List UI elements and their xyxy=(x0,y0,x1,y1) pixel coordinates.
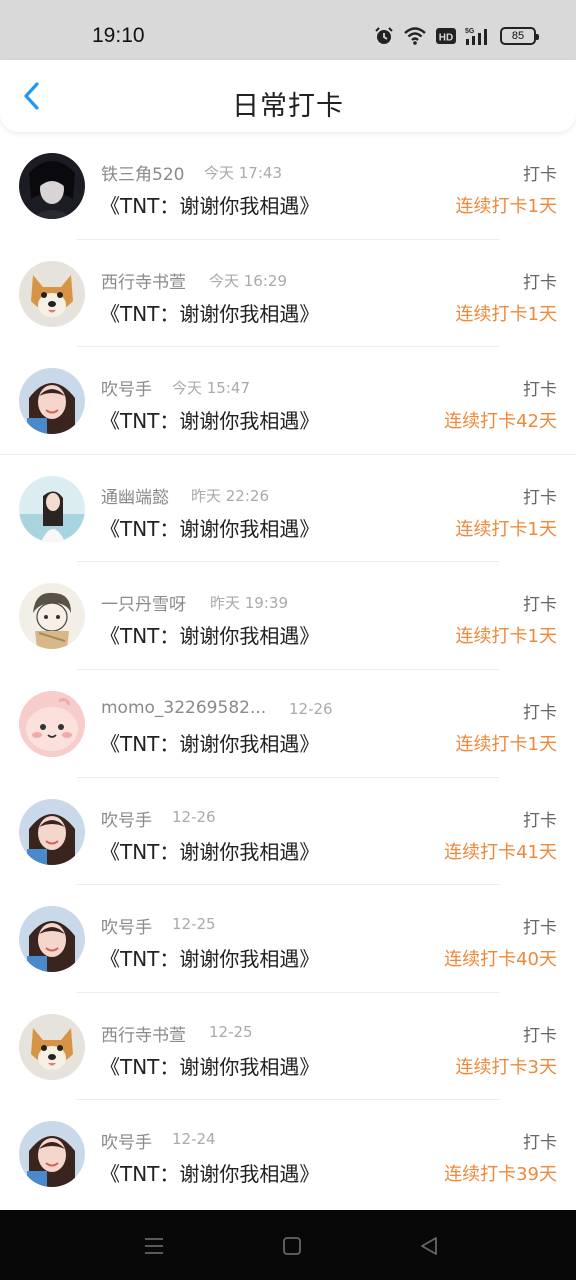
book-title: 《TNT：谢谢你我相遇》 xyxy=(100,624,320,649)
back-triangle-icon xyxy=(421,1237,437,1255)
checkin-label: 打卡 xyxy=(523,918,557,939)
alarm-icon xyxy=(375,27,393,44)
menu-icon xyxy=(145,1238,163,1254)
avatar[interactable] xyxy=(19,906,85,973)
user-name: 通幽端懿 xyxy=(101,487,169,508)
home-square-icon xyxy=(283,1237,301,1255)
streak-text: 连续打卡1天 xyxy=(455,733,557,755)
avatar[interactable] xyxy=(19,798,85,865)
checkin-label: 打卡 xyxy=(523,595,557,616)
user-name: 铁三角520 xyxy=(101,165,185,185)
book-title: 《TNT：谢谢你我相遇》 xyxy=(100,1162,320,1187)
post-time: 12-24 xyxy=(172,1130,216,1149)
back-nav-button[interactable] xyxy=(416,1233,442,1259)
status-bar: 19:10 HD 5G 85 xyxy=(0,0,576,60)
streak-text: 连续打卡1天 xyxy=(455,196,557,217)
avatar[interactable] xyxy=(19,368,85,435)
streak-text: 连续打卡1天 xyxy=(455,518,557,540)
book-title: 《TNT：谢谢你我相遇》 xyxy=(100,1054,320,1079)
avatar[interactable] xyxy=(19,690,85,757)
status-time: 19:10 xyxy=(92,24,145,47)
checkin-label: 打卡 xyxy=(523,380,557,401)
post-time: 12-25 xyxy=(209,1022,253,1041)
user-name: 西行寺书萱 xyxy=(101,272,186,293)
streak-text: 连续打卡41天 xyxy=(444,841,557,863)
streak-text: 连续打卡40天 xyxy=(444,949,557,971)
checkin-label: 打卡 xyxy=(523,165,557,185)
checkin-label: 打卡 xyxy=(523,702,557,723)
streak-text: 连续打卡39天 xyxy=(444,1164,557,1186)
book-title: 《TNT：谢谢你我相遇》 xyxy=(100,516,320,541)
list-item[interactable]: 西行寺书萱 今天 16:29 《TNT：谢谢你我相遇》 打卡 连续打卡1天 xyxy=(0,240,576,348)
wifi-icon xyxy=(404,27,426,45)
avatar[interactable] xyxy=(19,475,85,542)
book-title: 《TNT：谢谢你我相遇》 xyxy=(100,731,320,756)
streak-text: 连续打卡42天 xyxy=(444,411,557,433)
user-name: 吹号手 xyxy=(101,918,152,939)
user-name: 吹号手 xyxy=(101,380,152,401)
checkin-list: 铁三角520 今天 17:43 《TNT：谢谢你我相遇》 打卡 连续打卡1天 西… xyxy=(0,132,576,1208)
list-item[interactable]: momo_32269582... 12-26 《TNT：谢谢你我相遇》 打卡 连… xyxy=(0,670,576,778)
list-item[interactable]: 吹号手 12-24 《TNT：谢谢你我相遇》 打卡 连续打卡39天 xyxy=(0,1100,576,1208)
book-title: 《TNT：谢谢你我相遇》 xyxy=(100,194,320,218)
streak-text: 连续打卡1天 xyxy=(455,626,557,648)
checkin-label: 打卡 xyxy=(523,810,557,831)
checkin-label: 打卡 xyxy=(523,1025,557,1046)
post-time: 12-25 xyxy=(172,915,216,934)
user-name: momo_32269582... xyxy=(101,697,267,718)
system-nav-bar xyxy=(0,1210,576,1280)
user-name: 一只丹雪呀 xyxy=(101,595,186,616)
avatar[interactable] xyxy=(19,1013,85,1080)
menu-button[interactable] xyxy=(141,1233,167,1259)
user-name: 西行寺书萱 xyxy=(101,1025,186,1046)
avatar[interactable] xyxy=(19,1121,85,1188)
user-name: 吹号手 xyxy=(101,1133,152,1154)
post-time: 昨天 19:39 xyxy=(210,594,288,613)
svg-text:HD: HD xyxy=(439,33,453,44)
list-item[interactable]: 吹号手 12-26 《TNT：谢谢你我相遇》 打卡 连续打卡41天 xyxy=(0,778,576,886)
post-time: 12-26 xyxy=(172,807,216,826)
avatar[interactable] xyxy=(19,153,85,219)
avatar[interactable] xyxy=(19,583,85,650)
avatar[interactable] xyxy=(19,260,85,327)
list-item[interactable]: 通幽端懿 昨天 22:26 《TNT：谢谢你我相遇》 打卡 连续打卡1天 xyxy=(0,455,576,563)
post-time: 今天 15:47 xyxy=(172,379,250,398)
checkin-label: 打卡 xyxy=(523,487,557,508)
book-title: 《TNT：谢谢你我相遇》 xyxy=(100,839,320,864)
list-item[interactable]: 铁三角520 今天 17:43 《TNT：谢谢你我相遇》 打卡 连续打卡1天 xyxy=(0,132,576,240)
home-button[interactable] xyxy=(279,1233,305,1259)
book-title: 《TNT：谢谢你我相遇》 xyxy=(100,947,320,972)
checkin-label: 打卡 xyxy=(523,1133,557,1154)
book-title: 《TNT：谢谢你我相遇》 xyxy=(100,409,320,434)
list-item[interactable]: 一只丹雪呀 昨天 19:39 《TNT：谢谢你我相遇》 打卡 连续打卡1天 xyxy=(0,562,576,670)
list-item[interactable]: 西行寺书萱 12-25 《TNT：谢谢你我相遇》 打卡 连续打卡3天 xyxy=(0,993,576,1101)
user-name: 吹号手 xyxy=(101,810,152,831)
list-item[interactable]: 吹号手 12-25 《TNT：谢谢你我相遇》 打卡 连续打卡40天 xyxy=(0,885,576,993)
page-title: 日常打卡 xyxy=(232,91,344,122)
checkin-label: 打卡 xyxy=(523,272,557,293)
post-time: 12-26 xyxy=(289,699,333,718)
signal-5g-icon: 5G xyxy=(465,28,487,45)
post-time: 昨天 22:26 xyxy=(191,486,269,505)
list-item[interactable]: 吹号手 今天 15:47 《TNT：谢谢你我相遇》 打卡 连续打卡42天 xyxy=(0,347,576,455)
svg-text:5G: 5G xyxy=(465,28,475,35)
post-time: 今天 16:29 xyxy=(209,271,287,290)
status-icons: HD 5G 85 xyxy=(374,24,539,48)
header: 日常打卡 xyxy=(0,60,576,132)
streak-text: 连续打卡1天 xyxy=(455,303,557,325)
book-title: 《TNT：谢谢你我相遇》 xyxy=(100,301,320,326)
streak-text: 连续打卡3天 xyxy=(455,1056,557,1078)
hd-icon: HD xyxy=(436,28,456,44)
battery-indicator: 85 xyxy=(500,27,539,45)
post-time: 今天 17:43 xyxy=(204,164,282,182)
